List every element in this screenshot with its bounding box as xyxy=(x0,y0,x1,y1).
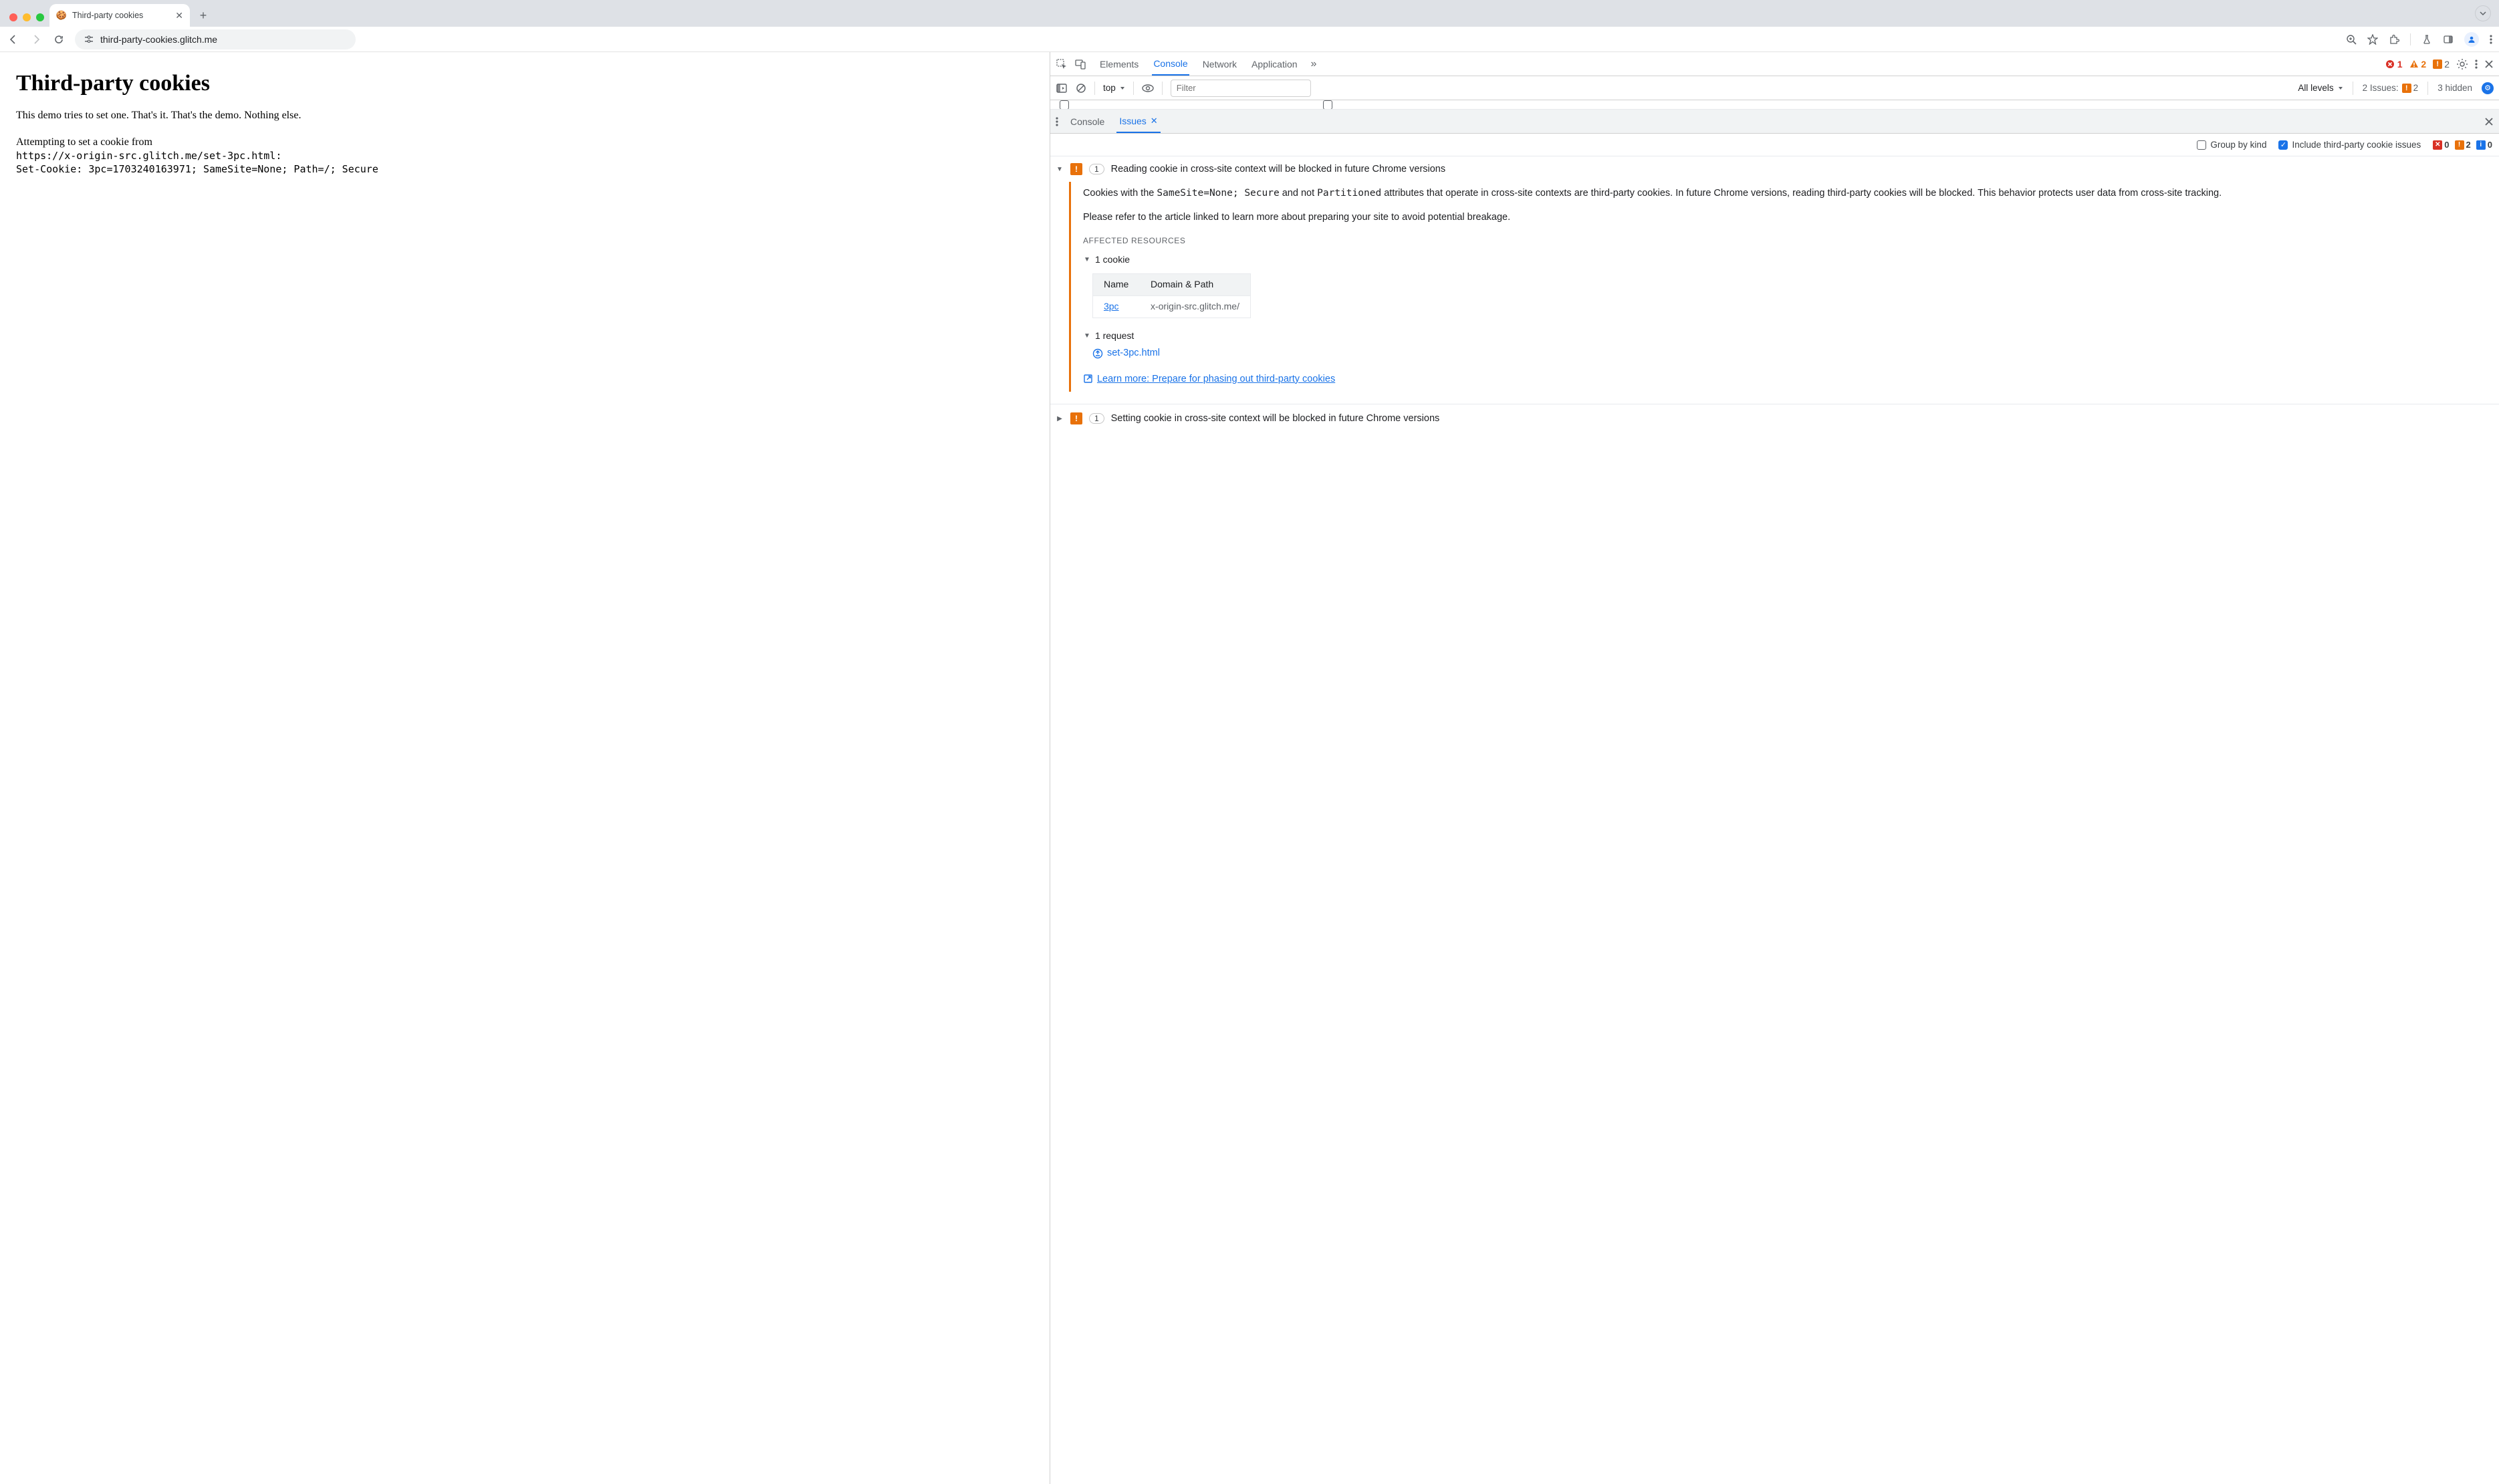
tab-title: Third-party cookies xyxy=(72,11,143,20)
cookie-table-header-domain: Domain & Path xyxy=(1140,274,1224,295)
issue-2-title: Setting cookie in cross-site context wil… xyxy=(1111,413,1440,424)
group-by-kind-checkbox[interactable]: Group by kind xyxy=(2197,140,2266,150)
breaking-change-icon: ! xyxy=(1070,412,1082,424)
device-toggle-icon[interactable] xyxy=(1074,58,1086,70)
breaking-change-icon: ! xyxy=(1070,163,1082,175)
filter-input[interactable] xyxy=(1171,80,1311,97)
tab-application[interactable]: Application xyxy=(1250,52,1299,76)
issue-2-header[interactable]: ▶ ! 1 Setting cookie in cross-site conte… xyxy=(1050,408,2499,428)
drawer-tab-close-icon[interactable]: ✕ xyxy=(1151,116,1158,126)
issue-1-header[interactable]: ▼ ! 1 Reading cookie in cross-site conte… xyxy=(1050,159,2499,179)
forward-button[interactable] xyxy=(29,33,43,46)
reload-button[interactable] xyxy=(52,33,66,46)
toolbar-right xyxy=(2346,32,2492,47)
new-tab-button[interactable]: + xyxy=(194,6,213,25)
code-line-1: https://x-origin-src.glitch.me/set-3pc.h… xyxy=(16,150,1034,162)
request-link[interactable]: set-3pc.html xyxy=(1092,346,2490,360)
drawer-close-icon[interactable] xyxy=(2484,117,2494,126)
extensions-icon[interactable] xyxy=(2389,34,2399,45)
console-toolbar: top All levels 2 Issues: !2 3 hidden ⚙ xyxy=(1050,76,2499,100)
issue-count-badge: 1 xyxy=(1089,413,1104,424)
window-buttons xyxy=(5,13,49,27)
issue-paragraph-2: Please refer to the article linked to le… xyxy=(1083,210,2490,225)
site-settings-icon[interactable] xyxy=(84,35,94,44)
labs-icon[interactable] xyxy=(2421,34,2432,45)
browser-tab[interactable]: 🍪 Third-party cookies ✕ xyxy=(49,4,190,27)
attempt-line: Attempting to set a cookie from xyxy=(16,136,1034,148)
disclosure-triangle-icon[interactable]: ▶ xyxy=(1056,415,1064,422)
issue-paragraph-1: Cookies with the SameSite=None; Secure a… xyxy=(1083,186,2490,201)
more-tabs-icon[interactable]: » xyxy=(1311,58,1317,70)
bookmark-icon[interactable] xyxy=(2367,34,2378,45)
issues-count[interactable]: !2 xyxy=(2433,59,2450,70)
profile-avatar[interactable] xyxy=(2464,32,2479,47)
cookie-favicon-icon: 🍪 xyxy=(56,10,67,21)
requests-disclosure[interactable]: ▼1 request xyxy=(1083,329,2490,344)
issue-1-detail: Cookies with the SameSite=None; Secure a… xyxy=(1069,182,2499,392)
page-title: Third-party cookies xyxy=(16,71,1034,96)
separator xyxy=(2410,33,2411,45)
drawer-tab-issues[interactable]: Issues ✕ xyxy=(1116,110,1160,133)
window-minimize-button[interactable] xyxy=(23,13,31,21)
cookie-table-header-name: Name xyxy=(1093,274,1140,295)
inspect-element-icon[interactable] xyxy=(1056,58,1068,70)
levels-select[interactable]: All levels xyxy=(2298,83,2343,93)
tab-close-icon[interactable]: ✕ xyxy=(175,10,183,21)
disclosure-triangle-icon[interactable]: ▼ xyxy=(1056,166,1064,173)
omnibox[interactable]: third-party-cookies.glitch.me xyxy=(75,29,356,49)
tab-console[interactable]: Console xyxy=(1152,52,1189,76)
code-line-2: Set-Cookie: 3pc=1703240163971; SameSite=… xyxy=(16,163,1034,175)
cookie-name-link[interactable]: 3pc xyxy=(1093,296,1140,318)
sidepanel-icon[interactable] xyxy=(2443,34,2454,45)
hidden-settings-strip xyxy=(1050,100,2499,110)
tab-strip: 🍪 Third-party cookies ✕ + xyxy=(0,0,2499,27)
back-button[interactable] xyxy=(7,33,20,46)
issue-1-title: Reading cookie in cross-site context wil… xyxy=(1111,164,1445,174)
console-settings-icon[interactable]: ⚙ xyxy=(2482,82,2494,94)
devtools-close-icon[interactable] xyxy=(2484,59,2494,69)
issue-count-badge: 1 xyxy=(1089,164,1104,174)
issues-label[interactable]: 2 Issues: !2 xyxy=(2363,83,2419,93)
affected-resources-heading: AFFECTED RESOURCES xyxy=(1083,235,2490,247)
tab-network[interactable]: Network xyxy=(1201,52,1238,76)
page-intro: This demo tries to set one. That's it. T… xyxy=(16,110,1034,122)
kebab-menu-icon[interactable] xyxy=(2490,34,2492,45)
live-expression-icon[interactable] xyxy=(1142,84,1154,92)
issues-info-count: i0 xyxy=(2476,140,2492,150)
drawer-tab-console[interactable]: Console xyxy=(1068,110,1107,133)
clear-console-icon[interactable] xyxy=(1076,83,1086,94)
learn-more-link[interactable]: Learn more: Prepare for phasing out thir… xyxy=(1083,372,2490,386)
devtools-panel: Elements Console Network Application » 1… xyxy=(1050,52,2499,1484)
url-text: third-party-cookies.glitch.me xyxy=(100,34,217,45)
page-content: Third-party cookies This demo tries to s… xyxy=(0,52,1050,1484)
gear-icon[interactable] xyxy=(2456,58,2468,70)
issues-error-count: ✕0 xyxy=(2433,140,2449,150)
cookie-domain: x-origin-src.glitch.me/ xyxy=(1140,296,1250,318)
cookie-table: Name Domain & Path 3pc x-origin-src.glit… xyxy=(1092,273,1251,318)
cookies-disclosure[interactable]: ▼1 cookie xyxy=(1083,253,2490,267)
drawer-tabs: Console Issues ✕ xyxy=(1050,110,2499,134)
issues-warn-count: !2 xyxy=(2455,140,2471,150)
error-count[interactable]: 1 xyxy=(2385,59,2403,70)
sidebar-toggle-icon[interactable] xyxy=(1056,82,1068,94)
hidden-count[interactable]: 3 hidden xyxy=(2437,83,2472,93)
devtools-kebab-icon[interactable] xyxy=(2475,59,2478,70)
include-3pc-checkbox[interactable]: ✓Include third-party cookie issues xyxy=(2278,140,2421,150)
zoom-icon[interactable] xyxy=(2346,34,2357,45)
address-bar: third-party-cookies.glitch.me xyxy=(0,27,2499,52)
issues-toolbar: Group by kind ✓Include third-party cooki… xyxy=(1050,134,2499,156)
warning-count[interactable]: 2 xyxy=(2409,59,2427,70)
issues-body: ▼ ! 1 Reading cookie in cross-site conte… xyxy=(1050,156,2499,1484)
window-maximize-button[interactable] xyxy=(36,13,44,21)
tab-elements[interactable]: Elements xyxy=(1098,52,1140,76)
drawer-kebab-icon[interactable] xyxy=(1056,116,1058,127)
context-select[interactable]: top xyxy=(1103,83,1125,93)
chevron-down-icon[interactable] xyxy=(2475,5,2491,21)
devtools-tabs: Elements Console Network Application » 1… xyxy=(1050,52,2499,76)
window-close-button[interactable] xyxy=(9,13,17,21)
